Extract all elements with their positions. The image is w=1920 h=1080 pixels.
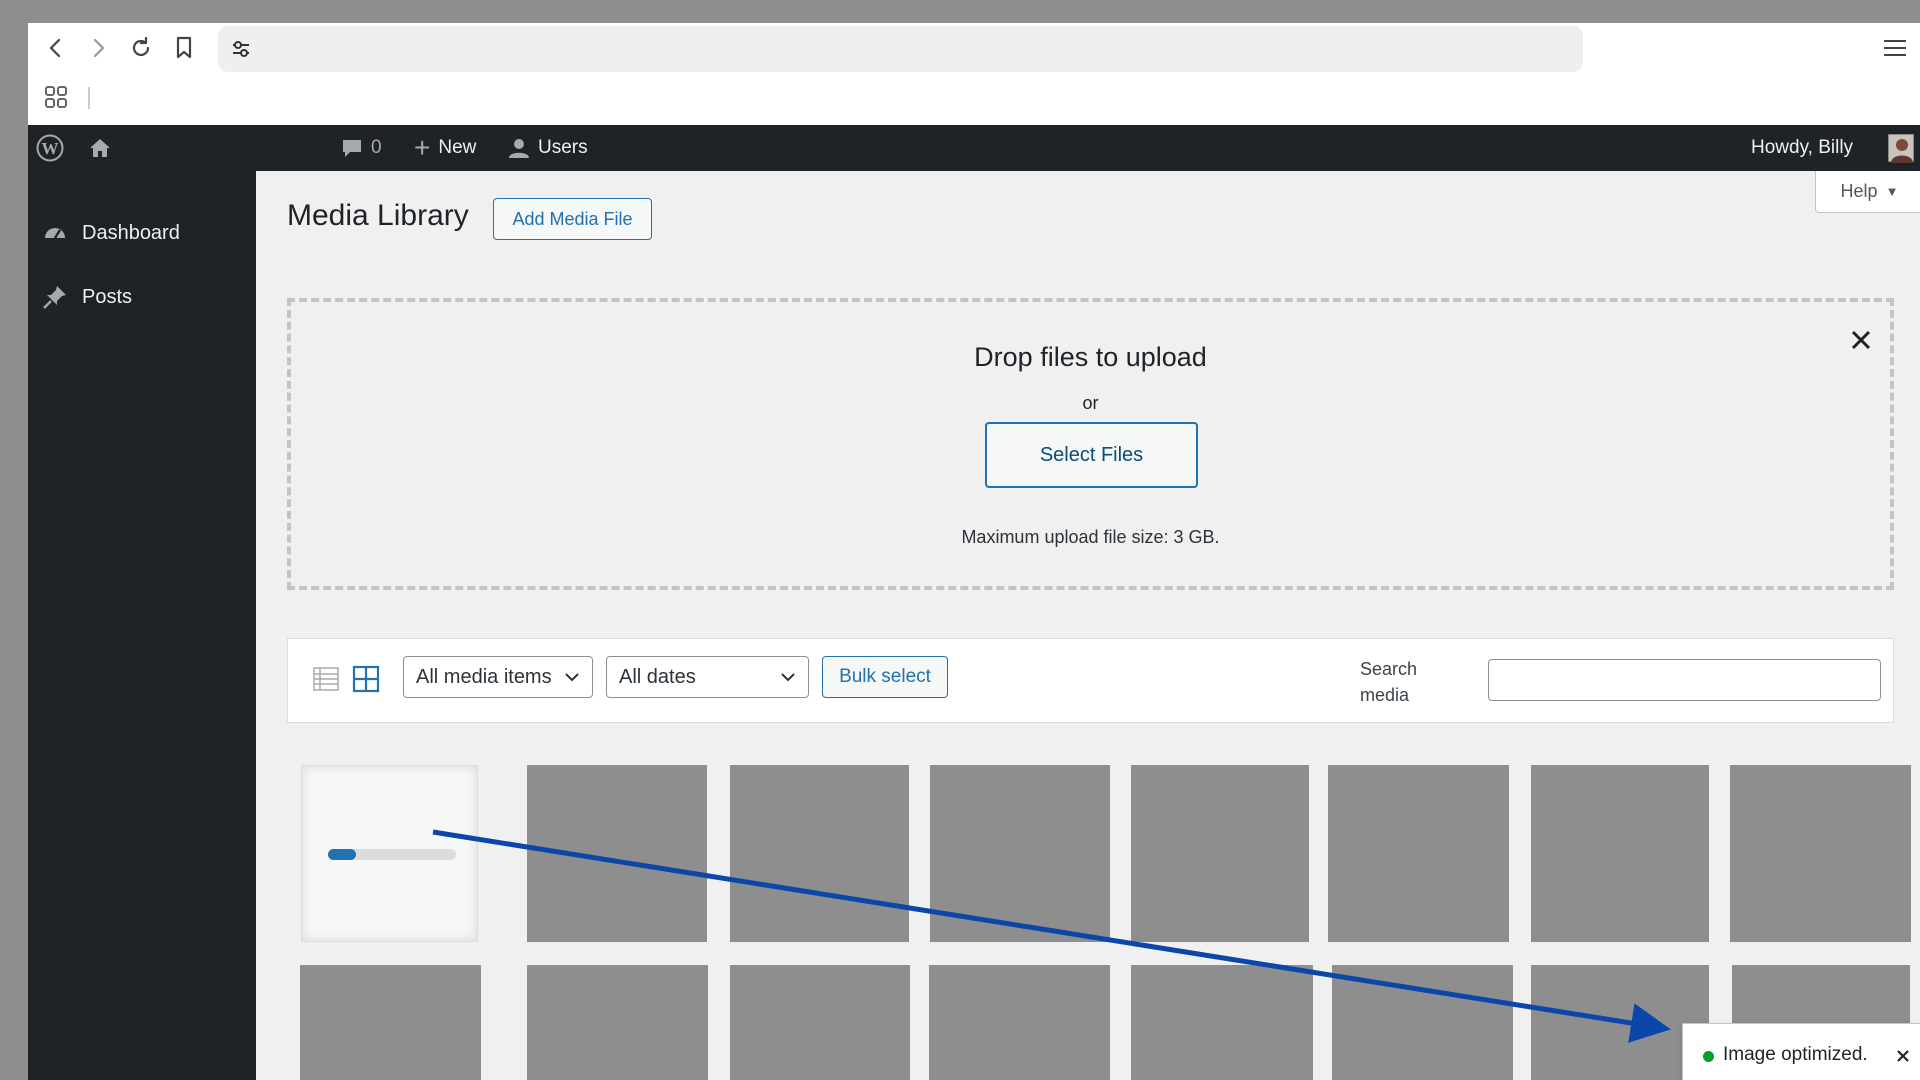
browser-window: W 0 + New Users Howdy, Billy Dashboard P… <box>28 23 1920 1080</box>
annotation-arrow <box>432 829 1671 1043</box>
